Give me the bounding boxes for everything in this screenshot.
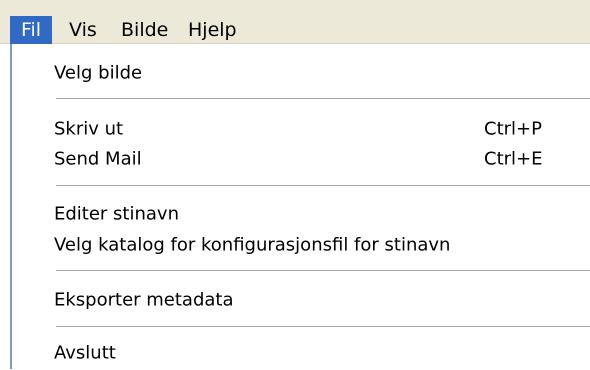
menu-vis[interactable]: Vis [69,16,97,44]
menu-vis-label: Vis [69,19,97,41]
menu-item-editer-stinavn[interactable]: Editer stinavn [12,197,590,231]
menu-item-velg-bilde[interactable]: Velg bilde [12,56,590,90]
menu-item-label: Skriv ut [54,118,124,140]
menu-separator [56,270,590,272]
menu-item-label: Avslutt [54,342,116,364]
menu-hjelp[interactable]: Hjelp [188,16,237,44]
menu-fil[interactable]: Fil [10,16,52,44]
menu-hjelp-label: Hjelp [188,19,237,41]
menu-item-send-mail[interactable]: Send Mail Ctrl+E [12,142,590,176]
menu-item-label: Editer stinavn [54,203,179,225]
menu-fil-label: Fil [20,19,42,41]
menu-separator [56,326,590,328]
menu-item-label: Velg katalog for konfigurasjonsfil for s… [54,234,451,256]
menu-bar: Fil Vis Bilde Hjelp [0,0,590,44]
menu-item-shortcut: Ctrl+E [484,148,543,170]
menu-separator [56,185,590,187]
menu-bilde[interactable]: Bilde [121,16,168,44]
menu-item-avslutt[interactable]: Avslutt [12,336,590,370]
fil-dropdown-menu: Velg bilde Skriv ut Ctrl+P Send Mail Ctr… [10,44,590,369]
menu-item-label: Eksporter metadata [54,289,234,311]
menu-item-label: Velg bilde [54,62,143,84]
menu-bilde-label: Bilde [121,19,169,41]
menu-separator [56,98,590,100]
menu-item-skriv-ut[interactable]: Skriv ut Ctrl+P [12,112,590,146]
menu-item-eksporter-metadata[interactable]: Eksporter metadata [12,283,590,317]
menu-item-label: Send Mail [54,148,142,170]
menu-item-velg-katalog[interactable]: Velg katalog for konfigurasjonsfil for s… [12,228,590,262]
menu-item-shortcut: Ctrl+P [484,118,542,140]
